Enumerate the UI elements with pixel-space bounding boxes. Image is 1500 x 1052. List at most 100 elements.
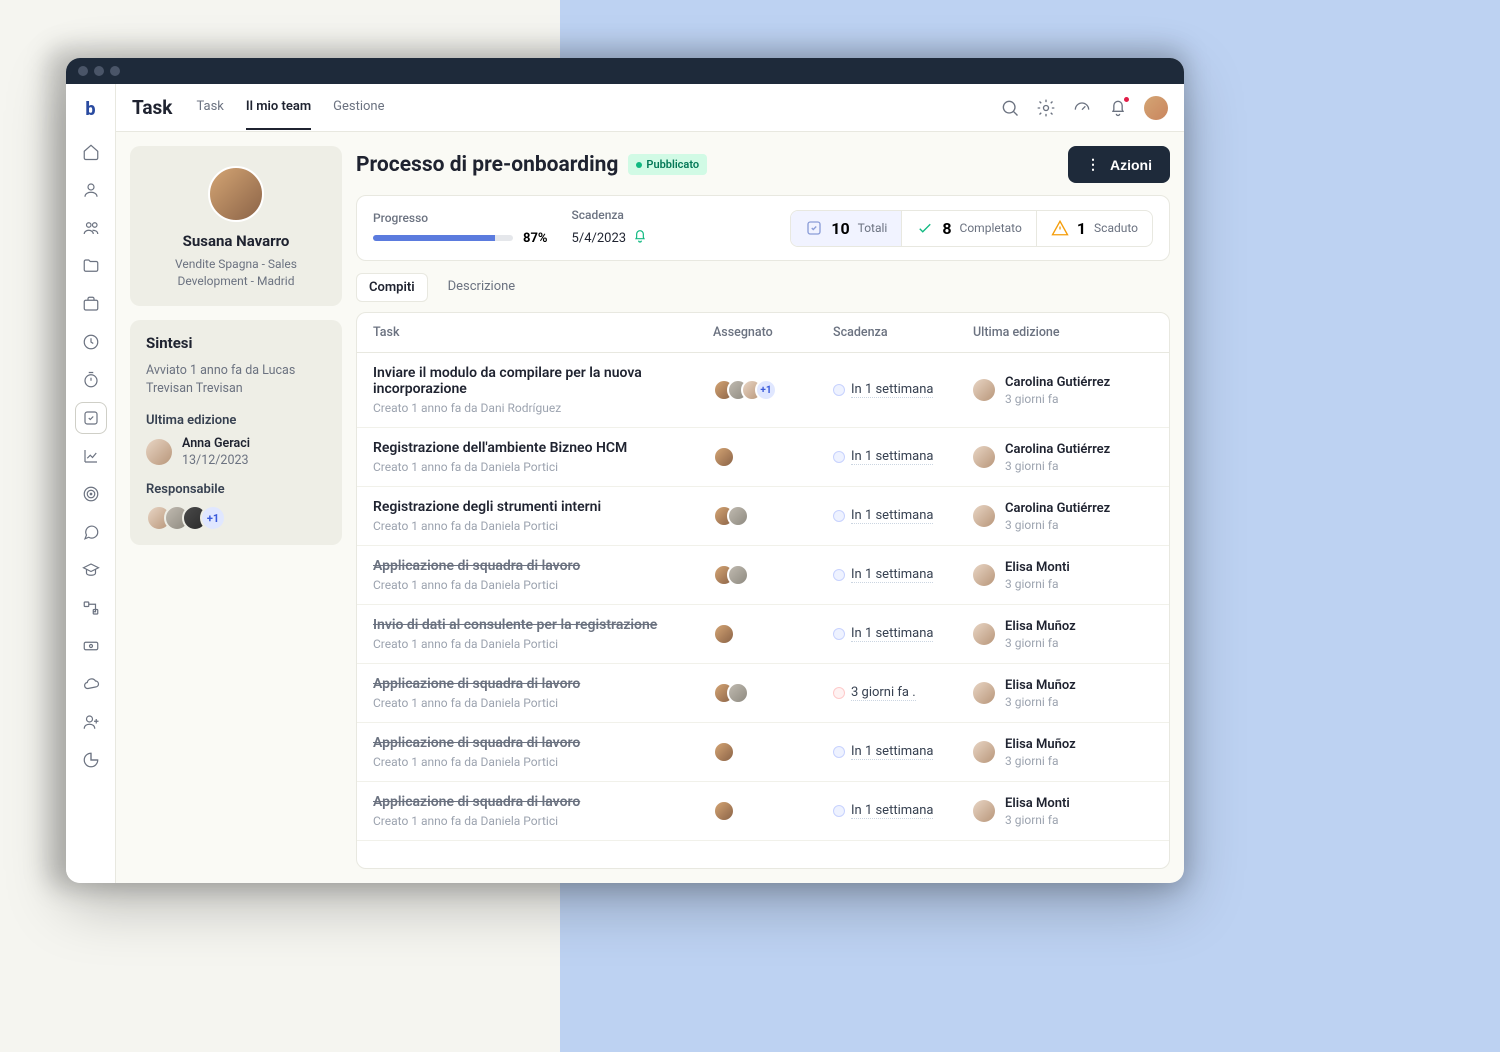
check-icon xyxy=(916,219,934,237)
table-row[interactable]: Registrazione dell'ambiente Bizneo HCMCr… xyxy=(357,428,1169,487)
pie-icon[interactable] xyxy=(75,744,107,776)
avatar xyxy=(713,446,735,468)
editor-name: Elisa Muñoz xyxy=(1005,619,1076,634)
task-meta: Creato 1 anno fa da Dani Rodríguez xyxy=(373,401,713,415)
app-logo[interactable]: b xyxy=(78,96,104,122)
editor-avatar xyxy=(973,505,995,527)
task-meta: Creato 1 anno fa da Daniela Portici xyxy=(373,637,713,651)
summary-card: Sintesi Avviato 1 anno fa da Lucas Trevi… xyxy=(130,320,342,546)
traffic-light-close[interactable] xyxy=(78,66,88,76)
page-title: Processo di pre-onboarding xyxy=(356,153,618,177)
table-row[interactable]: Inviare il modulo da compilare per la nu… xyxy=(357,353,1169,428)
inner-tab[interactable]: Descrizione xyxy=(436,273,528,302)
editor-name: Carolina Gutiérrez xyxy=(1005,375,1110,390)
task-title: Registrazione degli strumenti interni xyxy=(373,499,713,515)
team-icon[interactable] xyxy=(75,212,107,244)
editor-name: Elisa Monti xyxy=(1005,560,1070,575)
table-row[interactable]: Applicazione di squadra di lavoroCreato … xyxy=(357,546,1169,605)
responsible-avatars: +1 xyxy=(146,505,326,531)
editor-name: Elisa Monti xyxy=(1005,796,1070,811)
assignee-avatars xyxy=(713,446,833,468)
user-add-icon[interactable] xyxy=(75,706,107,738)
task-table: Task Assegnato Scadenza Ultima edizione … xyxy=(356,312,1170,869)
status-dot xyxy=(833,746,845,758)
summary-started: Avviato 1 anno fa da Lucas Trevisan Trev… xyxy=(146,362,326,400)
folder-icon[interactable] xyxy=(75,250,107,282)
actions-button[interactable]: ⋮ Azioni xyxy=(1068,146,1170,183)
task-title: Inviare il modulo da compilare per la nu… xyxy=(373,365,713,397)
chart-icon[interactable] xyxy=(75,440,107,472)
home-icon[interactable] xyxy=(75,136,107,168)
assignee-avatars xyxy=(713,623,833,645)
graduation-icon[interactable] xyxy=(75,554,107,586)
avatar xyxy=(713,623,735,645)
responsible-extra[interactable]: +1 xyxy=(200,505,226,531)
count-overdue[interactable]: 1 Scaduto xyxy=(1036,211,1152,246)
speed-icon[interactable] xyxy=(1072,98,1092,118)
status-dot xyxy=(833,384,845,396)
top-tab[interactable]: Task xyxy=(196,85,223,130)
traffic-light-max[interactable] xyxy=(110,66,120,76)
actions-label: Azioni xyxy=(1110,157,1152,173)
target-icon[interactable] xyxy=(75,478,107,510)
editor-ago: 3 giorni fa xyxy=(1005,392,1110,406)
status-dot xyxy=(833,687,845,699)
editor-avatar xyxy=(973,623,995,645)
clock-icon[interactable] xyxy=(75,326,107,358)
inner-tab[interactable]: Compiti xyxy=(356,273,428,302)
summary-heading: Sintesi xyxy=(146,334,326,352)
briefcase-icon[interactable] xyxy=(75,288,107,320)
task-title: Applicazione di squadra di lavoro xyxy=(373,676,713,692)
profile-card: Susana Navarro Vendite Spagna - Sales De… xyxy=(130,146,342,306)
assignee-extra[interactable]: +1 xyxy=(755,379,777,401)
col-deadline: Scadenza xyxy=(833,325,973,340)
task-meta: Creato 1 anno fa da Daniela Portici xyxy=(373,460,713,474)
task-title: Applicazione di squadra di lavoro xyxy=(373,794,713,810)
editor-ago: 3 giorni fa xyxy=(1005,636,1076,650)
search-icon[interactable] xyxy=(1000,98,1020,118)
table-row[interactable]: Applicazione di squadra di lavoro Creato … xyxy=(357,664,1169,723)
deadline-text: In 1 settimana xyxy=(851,567,933,583)
window-titlebar xyxy=(66,58,1184,84)
editor-ago: 3 giorni fa xyxy=(1005,518,1110,532)
col-assigned: Assegnato xyxy=(713,325,833,340)
notification-badge xyxy=(1123,96,1130,103)
topbar: Task TaskIl mio teamGestione xyxy=(116,84,1184,132)
current-user-avatar[interactable] xyxy=(1144,96,1168,120)
task-counts: 10 Totali 8 Completato 1 S xyxy=(790,210,1153,247)
status-badge: Pubblicato xyxy=(628,154,707,175)
chat-icon[interactable] xyxy=(75,516,107,548)
cloud-icon[interactable] xyxy=(75,668,107,700)
top-tab[interactable]: Il mio team xyxy=(246,85,311,130)
money-icon[interactable] xyxy=(75,630,107,662)
deadline-text: In 1 settimana xyxy=(851,382,933,398)
workflow-icon[interactable] xyxy=(75,592,107,624)
deadline-text: In 1 settimana xyxy=(851,508,933,524)
task-meta: Creato 1 anno fa da Daniela Portici xyxy=(373,814,713,828)
deadline-text: In 1 settimana xyxy=(851,626,933,642)
task-title: Invio di dati al consulente per la regis… xyxy=(373,617,713,633)
task-meta: Creato 1 anno fa da Daniela Portici xyxy=(373,519,713,533)
progress-percent: 87% xyxy=(523,231,548,246)
gear-icon[interactable] xyxy=(1036,98,1056,118)
editor-avatar xyxy=(973,800,995,822)
timer-icon[interactable] xyxy=(75,364,107,396)
table-row[interactable]: Registrazione degli strumenti interni Cre… xyxy=(357,487,1169,546)
top-tab[interactable]: Gestione xyxy=(333,85,384,130)
avatar xyxy=(727,564,749,586)
task-meta: Creato 1 anno fa da Daniela Portici xyxy=(373,696,713,710)
count-total-num: 10 xyxy=(831,219,849,238)
tasks-icon[interactable] xyxy=(75,402,107,434)
table-row[interactable]: Applicazione di squadra di lavoro Creato … xyxy=(357,782,1169,841)
profile-name: Susana Navarro xyxy=(146,232,326,250)
user-icon[interactable] xyxy=(75,174,107,206)
page-header: Processo di pre-onboarding Pubblicato ⋮ … xyxy=(356,146,1170,183)
reminder-bell-icon[interactable] xyxy=(632,228,648,248)
bell-icon[interactable] xyxy=(1108,98,1128,118)
traffic-light-min[interactable] xyxy=(94,66,104,76)
avatar xyxy=(713,800,735,822)
table-row[interactable]: Applicazione di squadra di lavoroCreato … xyxy=(357,723,1169,782)
count-completed[interactable]: 8 Completato xyxy=(901,211,1036,246)
count-total[interactable]: 10 Totali xyxy=(791,211,901,246)
table-row[interactable]: Invio di dati al consulente per la regis… xyxy=(357,605,1169,664)
